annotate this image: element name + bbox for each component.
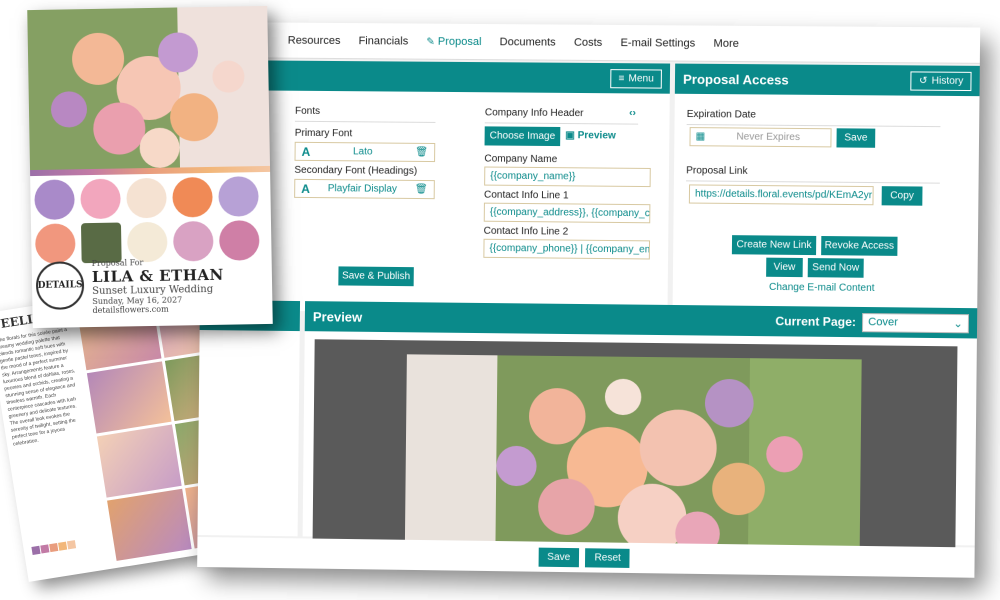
trash-icon[interactable]: 🗑 bbox=[415, 184, 428, 195]
flower-swatch bbox=[218, 220, 260, 261]
settings-header: ≡ Menu bbox=[202, 60, 671, 94]
contact-line1-label: Contact Info Line 1 bbox=[483, 189, 569, 202]
chevron-down-icon: ⌄ bbox=[953, 317, 963, 330]
send-now-button[interactable]: Send Now bbox=[807, 258, 864, 278]
font-icon: A bbox=[301, 181, 310, 196]
nav-documents[interactable]: Documents bbox=[500, 36, 556, 48]
expiration-label: Expiration Date bbox=[686, 108, 757, 121]
company-site: detailsflowers.com bbox=[92, 304, 169, 316]
proposal-link-label: Proposal Link bbox=[686, 165, 748, 177]
flower-swatch bbox=[126, 221, 168, 263]
current-page-label: Current Page: bbox=[775, 314, 857, 330]
contact-line1-field[interactable]: {{company_address}}, {{company_city_stat bbox=[483, 202, 651, 224]
revoke-access-button[interactable]: Revoke Access bbox=[821, 236, 898, 256]
copy-link-button[interactable]: Copy bbox=[881, 186, 923, 206]
nav-resources[interactable]: Resources bbox=[288, 34, 341, 46]
bouquet-illustration bbox=[27, 5, 270, 171]
primary-font-field[interactable]: A Lato 🗑 bbox=[294, 141, 436, 163]
brochure-page2-text: The florals for this soirée paint a drea… bbox=[0, 326, 78, 448]
calendar-icon: ▦ bbox=[695, 131, 706, 143]
reset-button[interactable]: Reset bbox=[585, 547, 631, 568]
flower-swatch bbox=[34, 223, 76, 265]
menu-button[interactable]: ≡ Menu bbox=[610, 68, 662, 89]
company-name-label: Company Name bbox=[484, 153, 558, 166]
proposal-link-field[interactable]: https://details.floral.events/pd/KEmA2yr… bbox=[688, 184, 874, 206]
choose-image-button[interactable]: Choose Image bbox=[484, 126, 561, 147]
top-navigation: Resources Financials ✎ Proposal Documents… bbox=[202, 22, 981, 64]
font-icon: A bbox=[301, 144, 311, 159]
history-icon: ↺ bbox=[918, 75, 928, 87]
proposal-access-title: Proposal Access bbox=[683, 71, 789, 88]
color-swatches bbox=[31, 540, 77, 555]
preview-panel: Preview Current Page: Cover ⌄ bbox=[302, 301, 978, 551]
nav-costs[interactable]: Costs bbox=[574, 36, 603, 48]
nav-financials[interactable]: Financials bbox=[358, 35, 408, 47]
pencil-icon: ✎ bbox=[426, 36, 435, 48]
expiration-save-button[interactable]: Save bbox=[836, 128, 876, 148]
history-button[interactable]: ↺ History bbox=[910, 70, 972, 91]
flower-swatch bbox=[172, 176, 213, 218]
divider bbox=[294, 120, 436, 123]
cover-bouquet-image bbox=[27, 5, 270, 171]
secondary-font-label: Secondary Font (Headings) bbox=[294, 164, 418, 177]
save-button[interactable]: Save bbox=[538, 547, 580, 567]
contact-line2-field[interactable]: {{company_phone}} | {{company_email}} bbox=[483, 238, 651, 260]
proposal-access-panel: Proposal Access ↺ History Expiration Dat… bbox=[672, 63, 980, 319]
proposal-access-header: Proposal Access ↺ History bbox=[674, 63, 980, 97]
divider bbox=[686, 180, 940, 184]
brochure-title-block: Proposal For LILA & ETHAN Sunset Luxury … bbox=[92, 256, 263, 315]
preview-canvas bbox=[312, 339, 958, 551]
nav-more[interactable]: More bbox=[713, 37, 739, 49]
view-button[interactable]: View bbox=[766, 257, 803, 278]
bouquet-image bbox=[404, 354, 862, 551]
image-icon: ▣ bbox=[565, 130, 575, 142]
trash-icon[interactable]: 🗑 bbox=[415, 147, 428, 158]
brochure-cover: DETAILS Proposal For LILA & ETHAN Sunset… bbox=[27, 5, 273, 329]
code-icon[interactable]: ‹› bbox=[629, 107, 636, 118]
left-panel bbox=[197, 299, 301, 537]
change-email-link[interactable]: Change E-mail Content bbox=[769, 282, 875, 294]
divider bbox=[484, 122, 639, 125]
current-page-control: Current Page: Cover ⌄ bbox=[775, 312, 970, 333]
fonts-heading: Fonts bbox=[294, 105, 321, 117]
details-logo: DETAILS bbox=[35, 261, 85, 311]
nav-email-settings[interactable]: E-mail Settings bbox=[620, 37, 695, 50]
create-new-link-button[interactable]: Create New Link bbox=[731, 235, 817, 256]
flower-swatch bbox=[34, 179, 75, 221]
flower-swatch bbox=[126, 177, 167, 219]
flower-swatch bbox=[80, 222, 122, 264]
primary-font-label: Primary Font bbox=[294, 127, 353, 140]
flower-swatch bbox=[218, 176, 259, 217]
cover-photo bbox=[404, 354, 862, 551]
current-page-select[interactable]: Cover ⌄ bbox=[861, 312, 970, 333]
flower-swatch bbox=[80, 178, 121, 220]
contact-line2-label: Contact Info Line 2 bbox=[483, 225, 569, 238]
flower-swatch bbox=[172, 220, 214, 262]
expiration-input[interactable]: ▦ Never Expires bbox=[689, 127, 832, 148]
preview-title: Preview bbox=[312, 308, 363, 325]
company-name-field[interactable]: {{company_name}} bbox=[484, 166, 651, 188]
save-publish-button[interactable]: Save & Publish bbox=[338, 266, 414, 287]
secondary-font-field[interactable]: A Playfair Display 🗑 bbox=[294, 178, 435, 200]
company-header-label: Company Info Header bbox=[484, 107, 584, 120]
nav-proposal[interactable]: ✎ Proposal bbox=[426, 35, 481, 47]
app-window: Resources Financials ✎ Proposal Documents… bbox=[197, 22, 981, 578]
preview-header: Preview Current Page: Cover ⌄ bbox=[304, 301, 978, 339]
hamburger-icon: ≡ bbox=[618, 72, 625, 84]
flower-grid bbox=[34, 176, 261, 265]
preview-link[interactable]: ▣ Preview bbox=[565, 130, 616, 141]
